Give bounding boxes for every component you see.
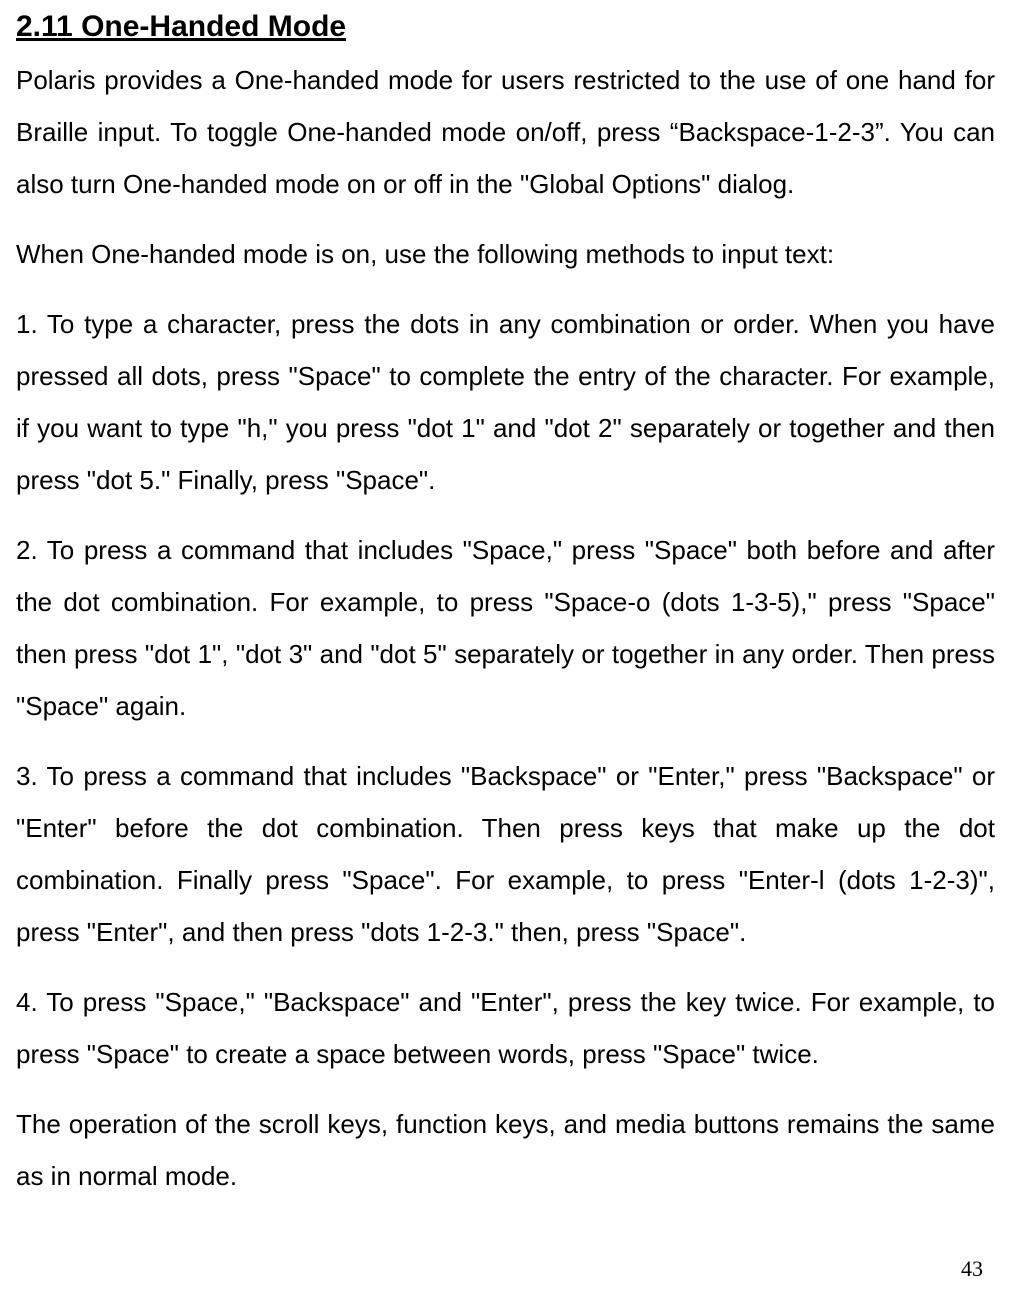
paragraph-step-4: 4. To press "Space," "Backspace" and "En… <box>16 976 995 1080</box>
paragraph-step-2: 2. To press a command that includes "Spa… <box>16 524 995 732</box>
paragraph-methods-intro: When One-handed mode is on, use the foll… <box>16 228 995 280</box>
page-number: 43 <box>961 1256 983 1282</box>
section-heading: 2.11 One-Handed Mode <box>16 10 995 44</box>
paragraph-outro: The operation of the scroll keys, functi… <box>16 1098 995 1202</box>
paragraph-step-1: 1. To type a character, press the dots i… <box>16 298 995 506</box>
paragraph-step-3: 3. To press a command that includes "Bac… <box>16 750 995 958</box>
paragraph-intro: Polaris provides a One-handed mode for u… <box>16 54 995 210</box>
